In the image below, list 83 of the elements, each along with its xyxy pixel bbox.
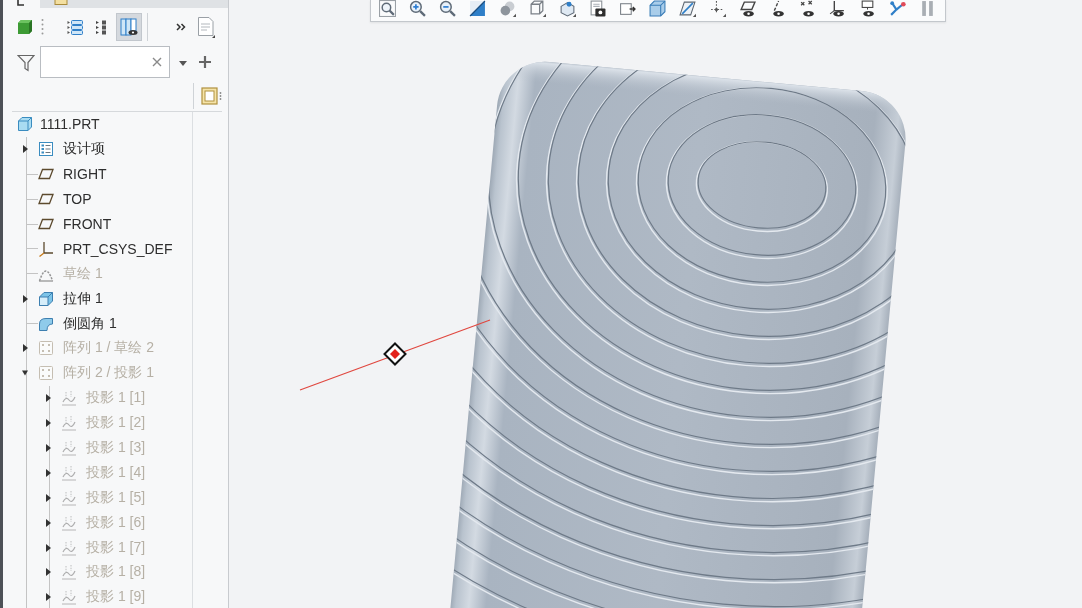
tree-item-label[interactable]: 投影 1 [1]	[86, 389, 146, 408]
tree-icon	[17, 0, 25, 6]
diagonal-square-icon[interactable]	[469, 0, 486, 17]
node-link-icon[interactable]	[889, 0, 906, 17]
folder-icon	[54, 0, 68, 6]
double-chevron-icon[interactable]	[176, 23, 186, 31]
plane-icon	[38, 216, 54, 232]
zoom-in-icon[interactable]	[409, 0, 426, 17]
caret-down-icon[interactable]	[22, 369, 28, 378]
curve-icon	[61, 464, 77, 481]
plane-slash-icon[interactable]	[679, 0, 696, 17]
caret-right-icon[interactable]	[45, 568, 51, 577]
dotted-axes-icon[interactable]	[709, 0, 726, 17]
points-eye-icon[interactable]	[799, 0, 816, 17]
note-eye-icon[interactable]	[859, 0, 876, 17]
tree-item-label[interactable]: TOP	[63, 191, 92, 208]
clear-icon[interactable]	[152, 57, 162, 67]
caret-right-icon[interactable]	[22, 344, 28, 353]
extruded-block-icon	[38, 290, 54, 307]
spheres-icon[interactable]	[499, 0, 516, 17]
axes-eye-icon[interactable]	[829, 0, 846, 17]
cube-icon	[17, 116, 33, 133]
curve-icon	[61, 514, 77, 531]
tree-item-label[interactable]: 投影 1 [5]	[86, 488, 146, 507]
caret-right-icon[interactable]	[22, 294, 28, 303]
cube-icon[interactable]	[649, 0, 666, 17]
rounded-corner-icon	[38, 315, 54, 332]
columns-icon	[120, 18, 138, 36]
zoom-fit-icon[interactable]	[379, 0, 396, 17]
tree-item-label[interactable]: 投影 1 [8]	[86, 563, 146, 582]
diamond-handle-icon[interactable]	[383, 342, 407, 366]
caret-right-icon[interactable]	[45, 444, 51, 452]
plus-icon[interactable]	[199, 56, 211, 68]
caret-right-icon[interactable]	[45, 394, 51, 403]
curve-icon	[61, 440, 77, 456]
panel-tab[interactable]	[3, 0, 40, 8]
tree-item-label[interactable]: 设计项	[63, 140, 105, 159]
tree-item-label[interactable]: 投影 1 [7]	[86, 538, 146, 557]
axes-icon	[38, 240, 54, 257]
tree-item-label[interactable]: 拉伸 1	[63, 289, 103, 308]
caret-right-icon[interactable]	[45, 493, 51, 502]
cube-outline-icon[interactable]	[529, 0, 546, 17]
filter-icon[interactable]	[17, 54, 35, 72]
tree-item-label[interactable]: 投影 1 [4]	[86, 463, 146, 482]
tree-item-label[interactable]: 草绘 1	[63, 264, 103, 283]
zoom-out-icon[interactable]	[439, 0, 456, 17]
plane-eye-icon[interactable]	[739, 0, 756, 17]
caret-right-icon[interactable]	[45, 543, 51, 552]
tree-item-label[interactable]: RIGHT	[63, 166, 107, 183]
filter-field[interactable]	[40, 46, 170, 78]
caret-right-icon[interactable]	[22, 145, 28, 154]
caret-right-icon[interactable]	[45, 518, 51, 527]
tree-item-label[interactable]: 投影 1 [6]	[86, 513, 146, 532]
curve-icon	[61, 415, 77, 432]
curve-icon	[61, 539, 77, 556]
curve-icon	[61, 390, 77, 407]
curve-icon	[61, 589, 77, 606]
tree-item-label[interactable]: 1111.PRT	[40, 116, 100, 133]
curve-icon	[61, 489, 77, 506]
solid-cube-icon[interactable]	[17, 19, 33, 35]
tree-item-label[interactable]: 投影 1 [3]	[86, 439, 146, 457]
box-arrow-icon[interactable]	[619, 0, 636, 17]
dot-grid-icon	[38, 340, 54, 357]
document-icon[interactable]	[197, 16, 215, 38]
tree-item-label[interactable]: 阵列 2 / 投影 1	[63, 364, 155, 383]
tree-item-label[interactable]: 阵列 1 / 草绘 2	[63, 339, 155, 358]
tree-list-icon	[67, 19, 83, 35]
list-icon	[38, 141, 54, 158]
tree-item-label[interactable]: FRONT	[63, 216, 112, 232]
caret-right-icon[interactable]	[45, 468, 51, 477]
tree-item-label[interactable]: 投影 1 [2]	[86, 414, 146, 433]
grip-icon[interactable]	[41, 18, 44, 36]
dropdown-caret-icon[interactable]	[179, 61, 187, 66]
tree-item-label[interactable]: 投影 1 [9]	[86, 588, 146, 607]
tree-item-label[interactable]: PRT_CSYS_DEF	[63, 240, 173, 257]
camera-icon[interactable]	[589, 0, 606, 17]
tree-item-label[interactable]: 倒圆角 1	[63, 314, 117, 333]
caret-right-icon[interactable]	[45, 593, 51, 602]
frame-icon[interactable]	[201, 86, 222, 105]
dot-grid-icon	[38, 365, 54, 382]
curve-icon	[61, 564, 77, 581]
view-toggle-button[interactable]	[116, 13, 142, 41]
caret-right-icon[interactable]	[45, 419, 51, 428]
